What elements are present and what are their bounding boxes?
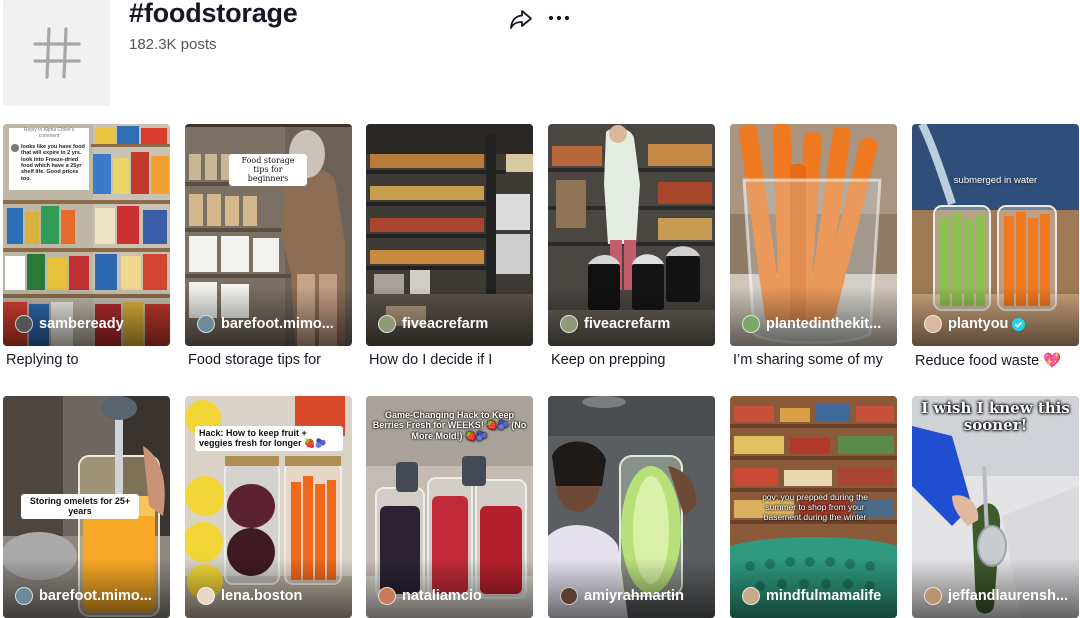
video-card[interactable]: plantedinthekit... I’m sharing some of m… [730,124,897,368]
video-card[interactable]: pov: you prepped during the summer to sh… [730,396,897,618]
video-caption[interactable]: Food storage tips for [188,352,321,368]
video-overlay-text: submerged in water [953,175,1038,186]
video-thumbnail[interactable]: I wish I knew this sooner! jeffandlauren… [912,396,1079,618]
avatar [197,315,215,333]
video-card[interactable]: Food storage tips for beginners barefoot… [185,124,352,368]
video-card[interactable]: Hack: How to keep fruit + veggies fresh … [185,396,352,618]
video-caption[interactable]: Replying to [6,352,79,368]
video-author[interactable]: jeffandlaurensh... [924,587,1068,605]
avatar [378,315,396,333]
video-thumbnail[interactable]: Game-Changing Hack to Keep Berries Fresh… [366,396,533,618]
video-card[interactable]: Game-Changing Hack to Keep Berries Fresh… [366,396,533,618]
hashtag-icon [32,27,81,79]
avatar [924,587,942,605]
video-card[interactable]: submerged in water plantyou Reduce food … [912,124,1079,369]
video-thumbnail[interactable]: submerged in water plantyou [912,124,1079,346]
video-thumbnail[interactable]: fiveacrefarm [548,124,715,346]
video-card[interactable]: amiyrahmartin [548,396,715,618]
avatar [197,587,215,605]
video-author[interactable]: fiveacrefarm [560,315,670,333]
video-overlay-text: looks like you have food that will expir… [21,144,85,182]
video-card[interactable]: fiveacrefarm Keep on prepping [548,124,715,368]
video-author[interactable]: fiveacrefarm [378,315,488,333]
more-options-icon[interactable] [547,8,571,28]
author-name: mindfulmamalife [766,588,882,604]
video-overlay-text: I wish I knew this sooner! [921,399,1070,435]
author-name: barefoot.mimo... [221,316,334,332]
video-overlay-text: Hack: How to keep fruit + veggies fresh … [195,426,343,451]
video-author[interactable]: plantedinthekit... [742,315,881,333]
video-author[interactable]: plantyou [924,315,1026,333]
hashtag-header: #foodstorage 182.3K posts [0,0,1080,110]
avatar [15,315,33,333]
video-caption[interactable]: I’m sharing some of my [733,352,883,368]
video-thumbnail[interactable]: Storing omelets for 25+ years barefoot.m… [3,396,170,618]
author-name: plantedinthekit... [766,316,882,332]
avatar [742,315,760,333]
verified-badge-icon [1012,317,1026,331]
video-caption[interactable]: How do I decide if I [369,352,492,368]
author-name: fiveacrefarm [402,316,489,332]
video-author[interactable]: barefoot.mimo... [197,315,334,333]
video-caption[interactable]: Keep on prepping [551,352,666,368]
author-name: lena.boston [221,588,303,604]
author-name: nataliamcio [402,588,482,604]
avatar [560,315,578,333]
video-overlay-text: Storing omelets for 25+ years [21,494,139,519]
video-overlay-text: Food storage tips for beginners [229,154,307,186]
avatar [378,587,396,605]
caption-text: Reduce food waste [915,353,1040,369]
video-thumbnail[interactable]: pov: you prepped during the summer to sh… [730,396,897,618]
author-name: plantyou [948,316,1009,332]
video-thumbnail[interactable]: fiveacrefarm [366,124,533,346]
author-name: barefoot.mimo... [39,588,152,604]
avatar [15,587,33,605]
video-author[interactable]: lena.boston [197,587,302,605]
video-thumbnail[interactable]: plantedinthekit... [730,124,897,346]
video-author[interactable]: nataliamcio [378,587,482,605]
video-overlay-text: Game-Changing Hack to Keep Berries Fresh… [372,410,527,441]
share-icon[interactable] [509,8,533,30]
video-thumbnail[interactable]: amiyrahmartin [548,396,715,618]
video-overlay-text: pov: you prepped during the summer to sh… [762,492,868,522]
video-caption[interactable]: Reduce food waste 💖 [915,352,1061,369]
video-card[interactable]: Storing omelets for 25+ years barefoot.m… [3,396,170,618]
author-name: jeffandlaurensh... [948,588,1069,604]
video-thumbnail[interactable]: Food storage tips for beginners barefoot… [185,124,352,346]
video-author[interactable]: mindfulmamalife [742,587,881,605]
page-title: #foodstorage [129,0,298,28]
video-author[interactable]: barefoot.mimo... [15,587,152,605]
hashtag-avatar [3,0,110,106]
avatar [560,587,578,605]
video-overlay-subtext: Reply to Alpha Chloe's comment [23,127,75,139]
avatar [742,587,760,605]
heart-emoji: 💖 [1043,353,1062,369]
video-author[interactable]: amiyrahmartin [560,587,684,605]
video-author[interactable]: sambeready [15,315,124,333]
video-card[interactable]: Reply to Alpha Chloe's comment looks lik… [3,124,170,368]
video-thumbnail[interactable]: Hack: How to keep fruit + veggies fresh … [185,396,352,618]
video-card[interactable]: fiveacrefarm How do I decide if I [366,124,533,368]
posts-count: 182.3K posts [129,36,217,53]
author-name: sambeready [39,316,124,332]
author-name: amiyrahmartin [584,588,684,604]
author-name: fiveacrefarm [584,316,671,332]
video-card[interactable]: I wish I knew this sooner! jeffandlauren… [912,396,1079,618]
avatar [924,315,942,333]
video-thumbnail[interactable]: Reply to Alpha Chloe's comment looks lik… [3,124,170,346]
